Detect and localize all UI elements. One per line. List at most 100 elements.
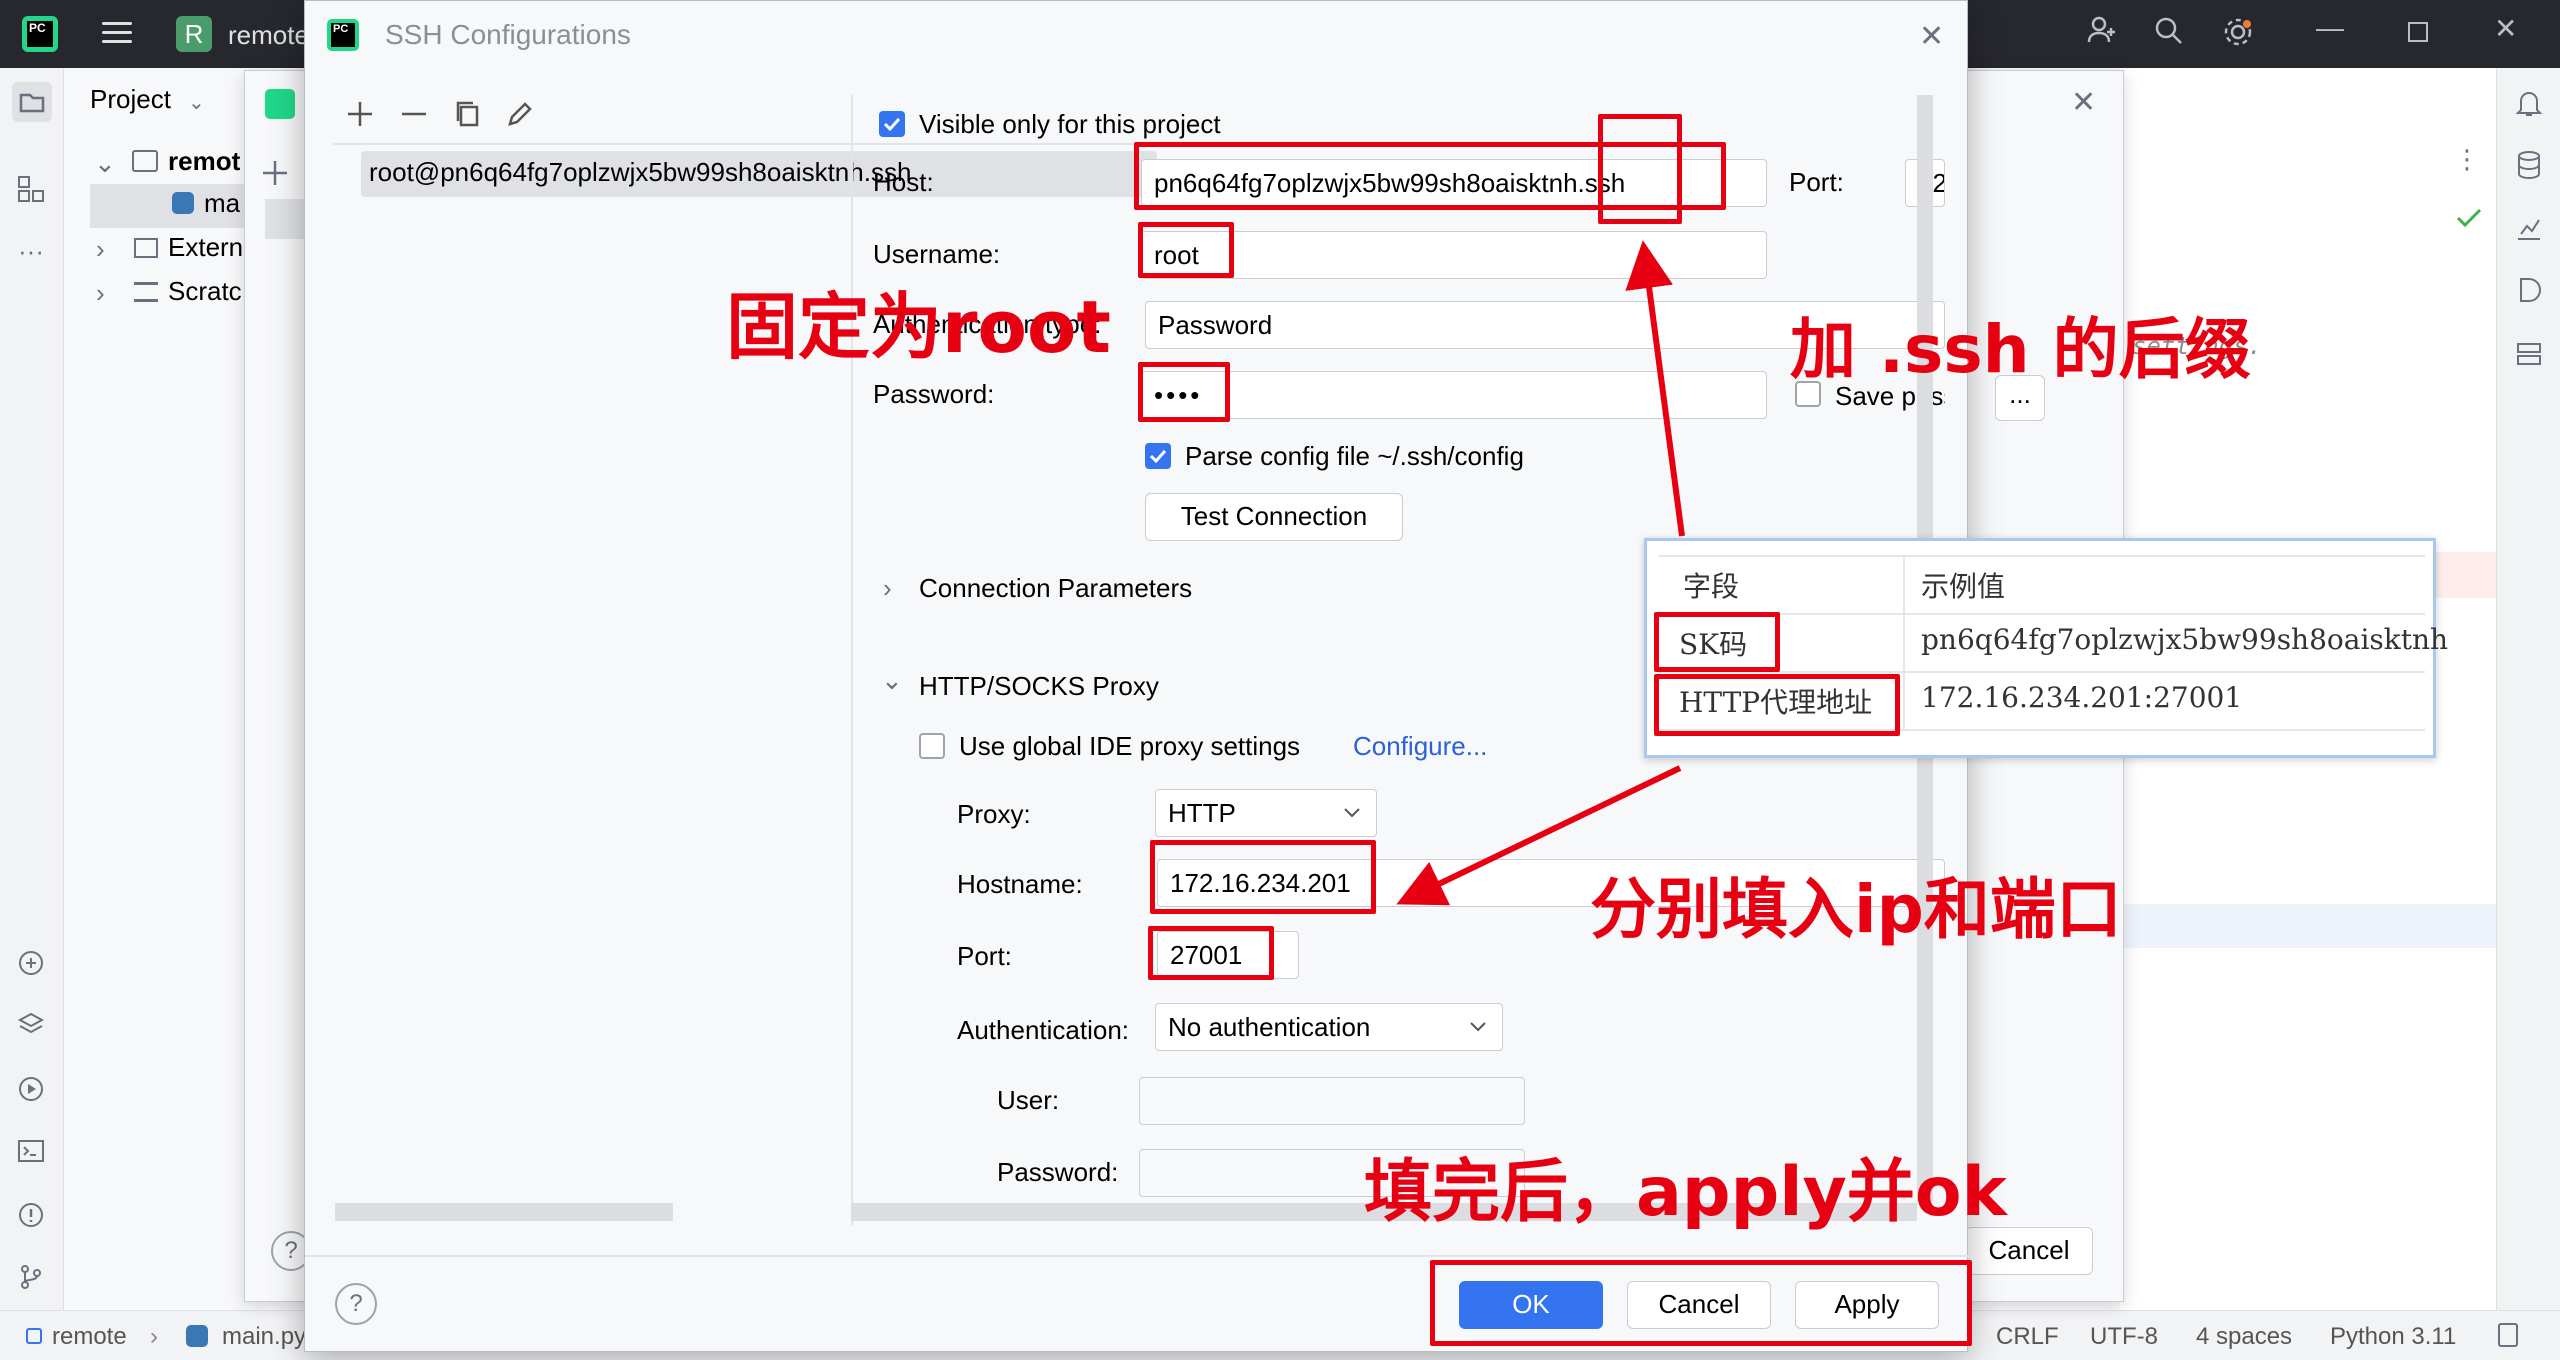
structure-icon[interactable] [16,174,46,204]
main-menu-icon[interactable] [102,22,132,44]
config-list-item-label[interactable]: root@pn6q64fg7oplzwjx5bw99sh8oaisktnh.ss… [369,157,1157,188]
password-input[interactable]: •••• [1141,371,1767,419]
library-icon [134,238,158,258]
port-highlight-box [1148,926,1274,980]
project-panel: Project ⌄ ⌄ remot ma › Extern › Scratc [64,68,244,1318]
status-encoding[interactable]: UTF-8 [2090,1323,2158,1351]
pycharm-logo-icon: PC [327,19,359,51]
toolbar-divider [333,143,1159,145]
status-line-ending[interactable]: CRLF [1996,1323,2059,1351]
left-tool-strip: ··· [0,68,64,1336]
add-user-icon[interactable] [2086,14,2118,46]
minimize-icon[interactable]: — [2316,12,2344,44]
sciview-icon[interactable] [2515,214,2543,242]
terminal-icon[interactable] [16,1136,46,1166]
notifications-icon[interactable] [2515,88,2543,118]
python-console-icon[interactable] [16,948,46,978]
hostname-label: Hostname: [957,869,1083,899]
parse-config-label: Parse config file ~/.ssh/config [1185,441,1524,471]
module-icon [26,1328,42,1344]
tree-external-label[interactable]: Extern [168,232,243,263]
remove-config-icon[interactable] [399,99,429,129]
pycharm-logo-icon: PC [22,16,58,52]
run-icon[interactable] [16,1074,46,1104]
scratches-icon [134,282,158,302]
tree-collapse-icon-2[interactable]: › [96,278,105,309]
inspection-ok-icon [2456,208,2482,228]
edit-config-icon[interactable] [505,99,535,129]
help-icon[interactable]: ? [335,1283,377,1325]
username-input[interactable]: root [1141,231,1767,279]
use-global-proxy-checkbox[interactable] [919,733,945,759]
table-header-example: 示例值 [1921,570,2006,603]
annotation-apply-ok: 填完后，apply并ok [1364,1153,2007,1232]
proxy-label: Proxy: [957,799,1031,829]
folder-icon [132,150,158,172]
layers-icon[interactable] [16,1010,46,1040]
project-badge[interactable]: R [176,16,212,52]
tree-root-label[interactable]: remot [168,146,240,177]
services-icon[interactable] [2515,340,2543,368]
list-scrollbar[interactable] [335,1203,673,1221]
right-tool-strip [2496,68,2560,1336]
close-window-icon[interactable]: ✕ [2494,12,2517,45]
chevron-down-icon[interactable]: ⌄ [881,665,903,696]
username-label: Username: [873,239,1001,269]
status-project[interactable]: remote [52,1323,127,1351]
tree-expand-icon[interactable]: ⌄ [94,148,116,179]
table-header-field: 字段 [1683,570,1740,603]
close-dialog-icon[interactable]: ✕ [1919,19,1944,54]
user-label: User: [997,1085,1060,1115]
dialog-title: SSH Configurations [385,19,631,50]
add-config-icon[interactable] [345,99,375,129]
python-file-icon [172,192,194,214]
annotation-fill-ip-port: 分别填入ip和端口 [1590,871,2122,948]
tree-collapse-icon[interactable]: › [96,234,105,265]
test-connection-button[interactable]: Test Connection [1145,493,1403,541]
proxy-auth-select[interactable]: No authentication [1155,1003,1503,1051]
chevron-right-icon[interactable]: › [883,573,892,604]
more-tools-icon[interactable]: ··· [18,236,44,267]
breadcrumb-separator-icon: › [150,1323,158,1350]
status-file[interactable]: main.py [222,1323,306,1351]
connection-params-label[interactable]: Connection Parameters [919,573,1192,604]
pane-divider [851,95,853,1225]
user-input[interactable] [1139,1077,1525,1125]
close-dialog-icon[interactable]: ✕ [2071,85,2096,120]
ssh-suffix-highlight-box [1598,114,1682,224]
parse-config-checkbox[interactable] [1145,443,1171,469]
password-label: Password: [873,379,995,409]
sk-highlight-box [1654,612,1780,672]
editor-options-icon[interactable]: ⋮ [2454,144,2480,175]
lock-icon[interactable] [2498,1323,2518,1347]
settings-gear-icon[interactable] [2222,16,2254,48]
python-file-icon [186,1325,208,1347]
database-icon[interactable] [2515,150,2543,180]
status-interpreter[interactable]: Python 3.11 [2330,1323,2456,1351]
buttons-highlight-box [1430,1260,1972,1346]
search-icon[interactable] [2154,16,2184,46]
username-highlight-box [1138,222,1234,278]
problems-icon[interactable] [16,1200,46,1230]
host-label: Host: [873,167,934,197]
port-label: Port: [1789,167,1844,197]
chevron-down-icon [1343,807,1361,819]
copy-config-icon[interactable] [453,99,483,129]
visible-only-checkbox[interactable] [879,111,905,137]
project-tool-icon[interactable] [12,82,52,122]
selected-item[interactable] [265,199,305,239]
tree-file-label[interactable]: ma [204,188,240,219]
chevron-down-icon[interactable]: ⌄ [188,90,205,115]
project-name[interactable]: remote [228,20,309,51]
proxy-section-label[interactable]: HTTP/SOCKS Proxy [919,671,1159,702]
configure-link[interactable]: Configure... [1353,731,1487,762]
table-row-proxy-value: 172.16.234.201:27001 [1921,681,2243,714]
status-indent[interactable]: 4 spaces [2196,1323,2292,1351]
git-icon[interactable] [16,1262,46,1292]
proxy-password-label: Password: [997,1157,1119,1187]
tree-scratches-label[interactable]: Scratc [168,276,242,307]
chevron-down-icon [1469,1021,1487,1033]
restore-icon[interactable] [2408,22,2428,42]
documentation-icon[interactable] [2515,276,2543,304]
project-tool-label[interactable]: Project [90,84,171,115]
